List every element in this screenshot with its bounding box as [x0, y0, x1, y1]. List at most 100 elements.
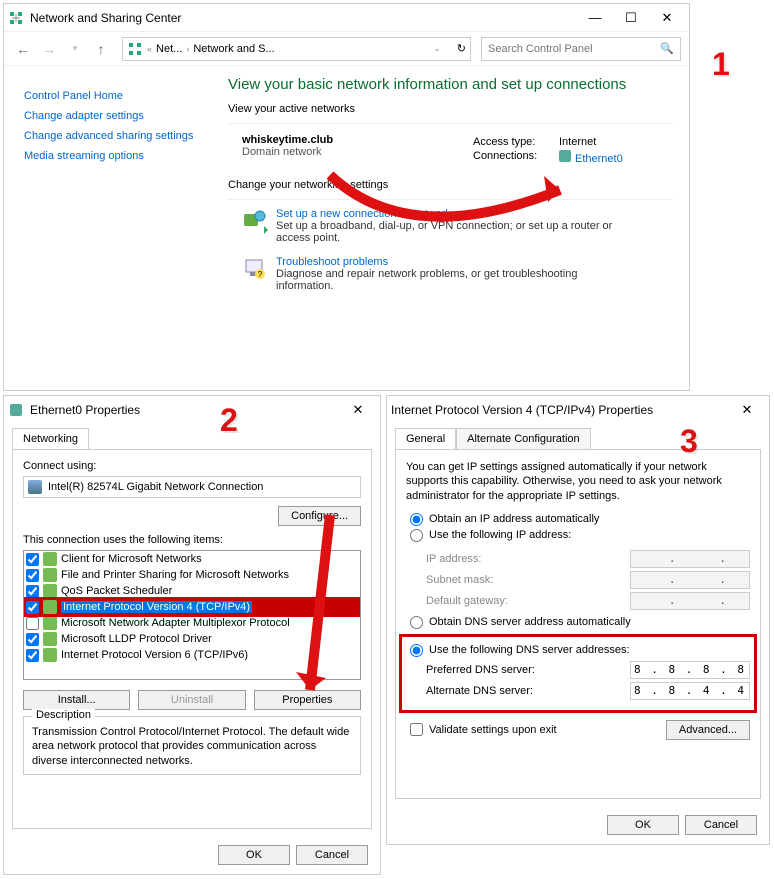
breadcrumb[interactable]: « Net... › Network and S... ⌄ ↻	[122, 37, 471, 61]
description-label: Description	[32, 709, 95, 721]
dns-manual-label: Use the following DNS server addresses:	[429, 644, 630, 656]
setup-connection-link[interactable]: Set up a new connection or network	[276, 208, 636, 220]
protocol-icon	[43, 552, 57, 566]
dns-highlight-box: Use the following DNS server addresses: …	[402, 637, 754, 710]
install-button[interactable]: Install...	[23, 690, 130, 710]
ip-manual-radio[interactable]	[410, 529, 423, 542]
connections-label: Connections:	[473, 150, 553, 165]
access-type-value: Internet	[559, 136, 596, 148]
protocol-item[interactable]: File and Printer Sharing for Microsoft N…	[24, 567, 360, 583]
protocol-label: QoS Packet Scheduler	[61, 585, 172, 597]
protocol-checkbox[interactable]	[26, 569, 39, 582]
titlebar: Network and Sharing Center — ☐ ✕	[4, 4, 689, 32]
uninstall-button[interactable]: Uninstall	[138, 690, 245, 710]
ethernet-link[interactable]: Ethernet0	[559, 150, 623, 165]
alternate-dns-label: Alternate DNS server:	[426, 685, 630, 697]
advanced-sharing-link[interactable]: Change advanced sharing settings	[24, 130, 220, 142]
protocol-item[interactable]: QoS Packet Scheduler	[24, 583, 360, 599]
alternate-dns-input[interactable]	[630, 682, 750, 700]
cancel-button[interactable]: Cancel	[296, 845, 368, 865]
breadcrumb-seg[interactable]: Network and S...	[193, 43, 274, 55]
gateway-input	[630, 592, 750, 610]
ip-auto-label: Obtain an IP address automatically	[429, 513, 599, 525]
ipv4-properties-window: Internet Protocol Version 4 (TCP/IPv4) P…	[386, 395, 770, 845]
setup-connection-desc: Set up a broadband, dial-up, or VPN conn…	[276, 220, 636, 244]
protocol-label: Microsoft LLDP Protocol Driver	[61, 633, 212, 645]
ip-manual-label: Use the following IP address:	[429, 529, 571, 541]
protocol-label: Internet Protocol Version 6 (TCP/IPv6)	[61, 649, 248, 661]
protocol-icon	[43, 648, 57, 662]
protocol-list[interactable]: Client for Microsoft Networks File and Pr…	[23, 550, 361, 680]
configure-button[interactable]: Configure...	[278, 506, 361, 526]
annotation-number-1: 1	[712, 46, 730, 83]
protocol-icon	[43, 632, 57, 646]
protocol-checkbox[interactable]	[26, 649, 39, 662]
protocol-icon	[43, 616, 57, 630]
breadcrumb-seg[interactable]: Net...	[156, 43, 182, 55]
window-title: Ethernet0 Properties	[30, 403, 340, 417]
protocol-checkbox[interactable]	[26, 585, 39, 598]
forward-button[interactable]: →	[38, 38, 60, 60]
tab-general[interactable]: General	[395, 428, 456, 449]
page-heading: View your basic network information and …	[228, 76, 673, 93]
recent-dropdown[interactable]: ▾	[64, 38, 86, 60]
minimize-button[interactable]: —	[577, 4, 613, 32]
change-adapter-link[interactable]: Change adapter settings	[24, 110, 220, 122]
troubleshoot-link[interactable]: Troubleshoot problems	[276, 256, 636, 268]
protocol-checkbox[interactable]	[26, 617, 39, 630]
access-type-label: Access type:	[473, 136, 553, 148]
validate-label: Validate settings upon exit	[429, 724, 557, 736]
protocol-item[interactable]: Microsoft Network Adapter Multiplexor Pr…	[24, 615, 360, 631]
adapter-name: Intel(R) 82574L Gigabit Network Connecti…	[48, 481, 263, 493]
protocol-icon	[43, 568, 57, 582]
protocol-item[interactable]: Microsoft LLDP Protocol Driver	[24, 631, 360, 647]
advanced-button[interactable]: Advanced...	[666, 720, 750, 740]
search-icon[interactable]: 🔍	[660, 42, 674, 55]
close-button[interactable]: ✕	[649, 4, 685, 32]
dns-auto-radio[interactable]	[410, 616, 423, 629]
ok-button[interactable]: OK	[607, 815, 679, 835]
ip-address-input	[630, 550, 750, 568]
tab-networking[interactable]: Networking	[12, 428, 89, 449]
preferred-dns-input[interactable]	[630, 661, 750, 679]
ip-auto-radio[interactable]	[410, 513, 423, 526]
nic-icon	[28, 480, 42, 494]
refresh-icon[interactable]: ↻	[457, 42, 466, 55]
back-button[interactable]: ←	[12, 38, 34, 60]
protocol-checkbox[interactable]	[26, 601, 39, 614]
protocol-label: Client for Microsoft Networks	[61, 553, 202, 565]
protocol-checkbox[interactable]	[26, 553, 39, 566]
network-sharing-window: Network and Sharing Center — ☐ ✕ ← → ▾ ↑…	[3, 3, 690, 391]
ok-button[interactable]: OK	[218, 845, 290, 865]
annotation-number-2: 2	[220, 402, 238, 439]
troubleshoot-icon: ?	[242, 256, 268, 282]
control-panel-home-link[interactable]: Control Panel Home	[24, 90, 220, 102]
window-title: Internet Protocol Version 4 (TCP/IPv4) P…	[391, 403, 729, 417]
left-nav: Control Panel Home Change adapter settin…	[12, 76, 220, 304]
chevron-down-icon[interactable]: ⌄	[433, 43, 441, 54]
ethernet-properties-window: Ethernet0 Properties ✕ Networking Connec…	[3, 395, 381, 875]
up-button[interactable]: ↑	[90, 38, 112, 60]
dns-auto-label: Obtain DNS server address automatically	[429, 616, 631, 628]
search-box[interactable]: 🔍	[481, 37, 681, 61]
validate-checkbox[interactable]	[410, 723, 423, 736]
dns-manual-radio[interactable]	[410, 644, 423, 657]
close-button[interactable]: ✕	[340, 396, 376, 424]
cancel-button[interactable]: Cancel	[685, 815, 757, 835]
annotation-number-3: 3	[680, 423, 698, 460]
protocol-item[interactable]: Internet Protocol Version 4 (TCP/IPv4)	[24, 599, 360, 615]
change-settings-label: Change your networking settings	[228, 179, 673, 191]
close-button[interactable]: ✕	[729, 396, 765, 424]
tab-alternate[interactable]: Alternate Configuration	[456, 428, 591, 449]
network-center-icon	[8, 10, 24, 26]
protocol-item[interactable]: Client for Microsoft Networks	[24, 551, 360, 567]
protocol-checkbox[interactable]	[26, 633, 39, 646]
preferred-dns-label: Preferred DNS server:	[426, 664, 630, 676]
media-streaming-link[interactable]: Media streaming options	[24, 150, 220, 162]
protocol-item[interactable]: Internet Protocol Version 6 (TCP/IPv6)	[24, 647, 360, 663]
active-networks-label: View your active networks	[228, 103, 673, 115]
search-input[interactable]	[488, 43, 660, 55]
protocol-icon	[43, 600, 57, 614]
maximize-button[interactable]: ☐	[613, 4, 649, 32]
properties-button[interactable]: Properties	[254, 690, 361, 710]
